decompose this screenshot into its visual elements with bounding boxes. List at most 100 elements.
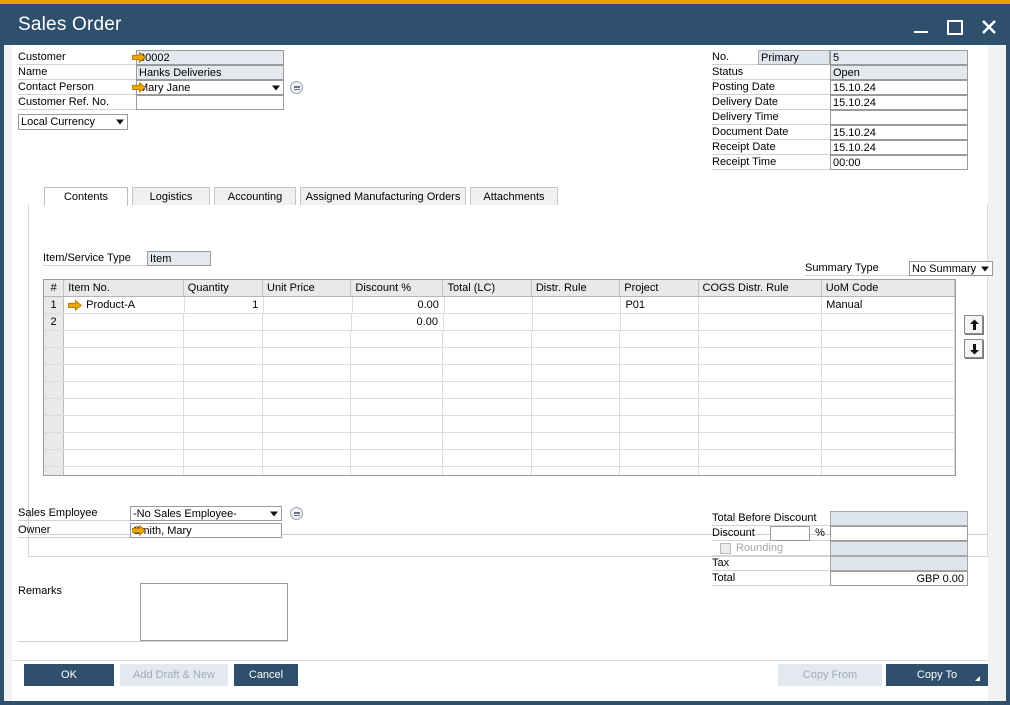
grid-cell-empty[interactable] xyxy=(620,331,698,347)
grid-cell-empty[interactable] xyxy=(184,331,263,347)
grid-cell-empty[interactable] xyxy=(822,450,955,466)
grid-column-header[interactable]: Quantity xyxy=(184,280,263,296)
table-row[interactable]: 1Product-A10.00P01Manual xyxy=(44,297,955,314)
grid-cell-total_lc[interactable] xyxy=(444,314,533,330)
discount-percent-input[interactable] xyxy=(770,526,810,541)
add-draft-and-new-button[interactable]: Add Draft & New xyxy=(120,664,228,686)
grid-cell-empty[interactable] xyxy=(822,433,955,449)
grid-cell-empty[interactable] xyxy=(620,450,698,466)
cancel-button[interactable]: Cancel xyxy=(234,664,298,686)
grid-cell-empty[interactable] xyxy=(822,399,955,415)
grid-cell-empty[interactable] xyxy=(263,467,351,476)
grid-column-header[interactable]: Distr. Rule xyxy=(532,280,620,296)
grid-cell-cogs_rule[interactable] xyxy=(699,314,822,330)
grid-cell-empty[interactable] xyxy=(822,348,955,364)
grid-cell-empty[interactable] xyxy=(44,450,64,466)
field-input[interactable]: 15.10.24 xyxy=(830,125,968,140)
grid-cell-empty[interactable] xyxy=(44,467,64,476)
grid-cell-empty[interactable] xyxy=(64,365,184,381)
grid-cell-empty[interactable] xyxy=(351,433,443,449)
grid-cell-empty[interactable] xyxy=(263,348,351,364)
close-icon[interactable] xyxy=(978,16,1000,38)
grid-cell-empty[interactable] xyxy=(699,433,822,449)
tab-contents[interactable]: Contents xyxy=(44,187,128,206)
grid-cell-empty[interactable] xyxy=(64,382,184,398)
grid-cell-empty[interactable] xyxy=(351,450,443,466)
grid-cell-empty[interactable] xyxy=(263,450,351,466)
numbering-series-select[interactable]: Primary xyxy=(758,50,830,65)
grid-cell-empty[interactable] xyxy=(532,416,620,432)
field-link-arrow-icon[interactable] xyxy=(132,82,145,93)
grid-cell-empty[interactable] xyxy=(620,416,698,432)
grid-cell-empty[interactable] xyxy=(699,348,822,364)
grid-cell-empty[interactable] xyxy=(699,399,822,415)
tab-logistics[interactable]: Logistics xyxy=(132,187,210,206)
grid-cell-empty[interactable] xyxy=(532,399,620,415)
grid-cell-empty[interactable] xyxy=(620,382,698,398)
grid-cell-empty[interactable] xyxy=(351,467,443,476)
grid-cell-total_lc[interactable] xyxy=(445,297,534,313)
grid-cell-empty[interactable] xyxy=(263,331,351,347)
grid-cell-discount[interactable]: 0.00 xyxy=(353,297,445,313)
sales-employee-select[interactable]: -No Sales Employee- xyxy=(130,506,282,521)
grid-cell-empty[interactable] xyxy=(263,365,351,381)
grid-cell-empty[interactable] xyxy=(263,399,351,415)
owner-link-arrow-icon[interactable] xyxy=(132,525,145,536)
tab-assigned-manufacturing-orders[interactable]: Assigned Manufacturing Orders xyxy=(300,187,466,206)
row-link-arrow-icon[interactable] xyxy=(68,300,81,311)
grid-cell-empty[interactable] xyxy=(64,399,184,415)
grid-cell-empty[interactable] xyxy=(699,331,822,347)
grid-cell-empty[interactable] xyxy=(263,416,351,432)
field-input[interactable]: Open xyxy=(830,65,968,80)
grid-cell-empty[interactable] xyxy=(822,382,955,398)
grid-cell-empty[interactable] xyxy=(44,365,64,381)
item-service-type-select[interactable]: Item xyxy=(147,251,211,266)
grid-cell-project[interactable] xyxy=(621,314,699,330)
grid-cell-empty[interactable] xyxy=(443,416,531,432)
grid-cell-empty[interactable] xyxy=(699,382,822,398)
move-row-up-icon[interactable] xyxy=(964,315,983,334)
table-row-empty[interactable] xyxy=(44,399,955,416)
grid-cell-empty[interactable] xyxy=(443,450,531,466)
grid-cell-quantity[interactable]: 1 xyxy=(185,297,264,313)
field-input[interactable]: 15.10.24 xyxy=(830,140,968,155)
grid-cell-empty[interactable] xyxy=(263,433,351,449)
grid-cell-project[interactable]: P01 xyxy=(621,297,699,313)
grid-cell-empty[interactable] xyxy=(44,348,64,364)
table-row-empty[interactable] xyxy=(44,416,955,433)
grid-cell-empty[interactable] xyxy=(44,433,64,449)
total-amount[interactable]: GBP 0.00 xyxy=(830,571,968,586)
grid-cell-empty[interactable] xyxy=(443,467,531,476)
grid-cell-empty[interactable] xyxy=(532,450,620,466)
grid-cell-empty[interactable] xyxy=(532,467,620,476)
grid-cell-empty[interactable] xyxy=(822,467,955,476)
grid-cell-distr_rule[interactable] xyxy=(533,297,621,313)
grid-cell-empty[interactable] xyxy=(184,399,263,415)
field-input[interactable]: 5 xyxy=(830,50,968,65)
grid-cell-empty[interactable] xyxy=(443,433,531,449)
remarks-input[interactable] xyxy=(140,583,288,641)
field-input[interactable]: 15.10.24 xyxy=(830,80,968,95)
grid-cell-empty[interactable] xyxy=(443,348,531,364)
grid-cell-empty[interactable] xyxy=(699,416,822,432)
grid-cell-empty[interactable] xyxy=(822,331,955,347)
grid-cell-empty[interactable] xyxy=(699,365,822,381)
grid-cell-empty[interactable] xyxy=(532,365,620,381)
grid-cell-item_no[interactable] xyxy=(64,314,183,330)
maximize-icon[interactable] xyxy=(944,16,966,38)
grid-cell-quantity[interactable] xyxy=(184,314,264,330)
grid-cell-empty[interactable] xyxy=(64,450,184,466)
grid-cell-unit_price[interactable] xyxy=(264,297,353,313)
grid-column-header[interactable]: Total (LC) xyxy=(443,280,531,296)
field-input[interactable] xyxy=(830,110,968,125)
grid-cell-empty[interactable] xyxy=(620,467,698,476)
grid-cell-empty[interactable] xyxy=(532,433,620,449)
grid-cell-empty[interactable] xyxy=(443,365,531,381)
grid-cell-empty[interactable] xyxy=(822,365,955,381)
grid-column-header[interactable]: Item No. xyxy=(64,280,184,296)
discount-amount-input[interactable] xyxy=(830,526,968,541)
tab-accounting[interactable]: Accounting xyxy=(214,187,296,206)
grid-cell-empty[interactable] xyxy=(620,348,698,364)
grid-cell-empty[interactable] xyxy=(620,399,698,415)
grid-cell-distr_rule[interactable] xyxy=(533,314,621,330)
